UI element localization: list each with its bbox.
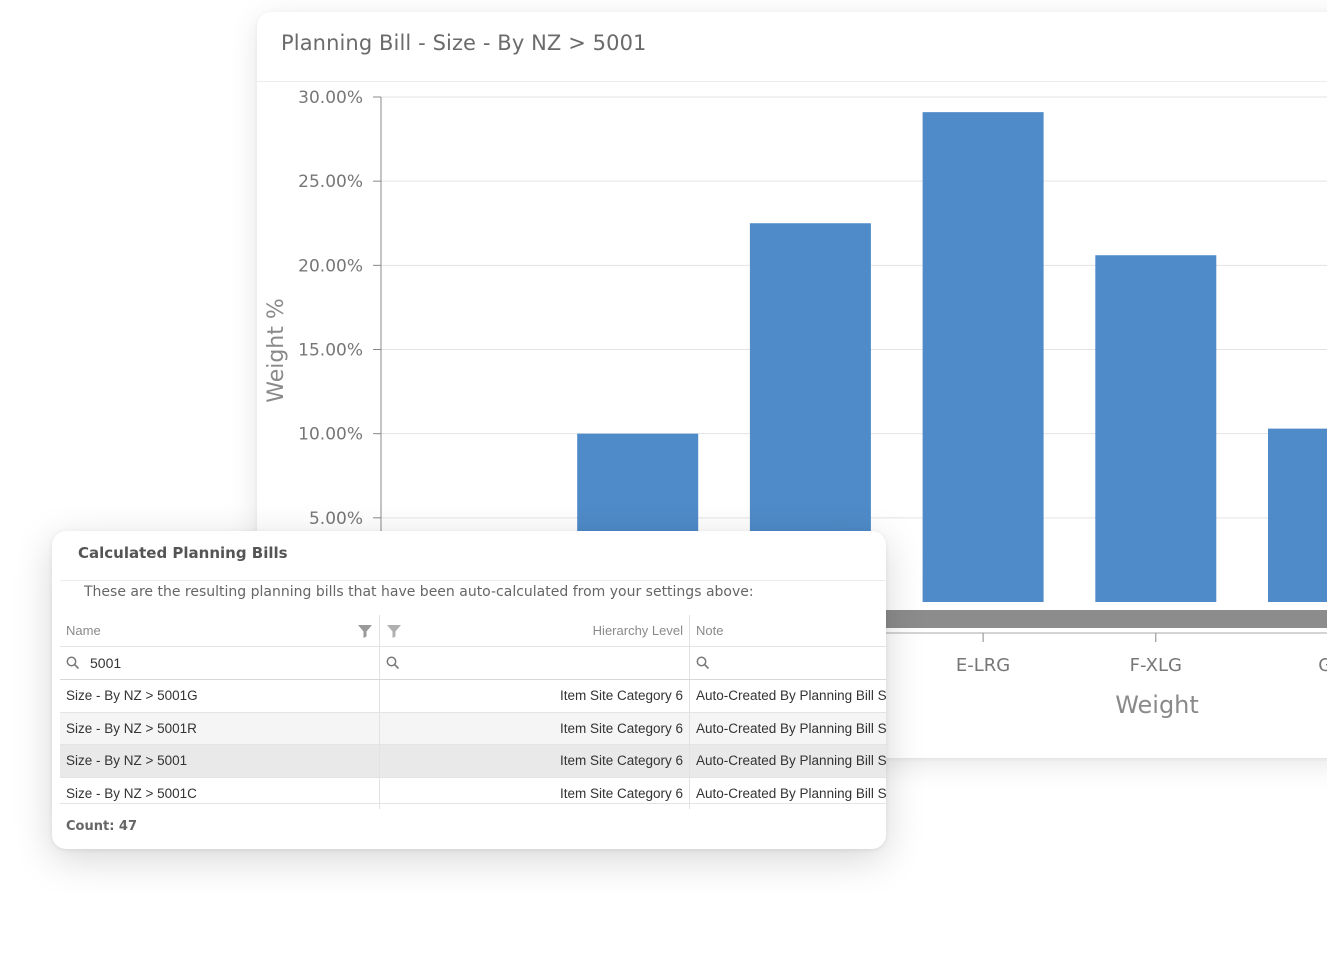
calculated-planning-bills-panel: Calculated Planning Bills These are the … <box>52 531 886 849</box>
y-axis-title: Weight % <box>264 298 289 403</box>
filter-row: 5001 <box>60 647 886 680</box>
name-filter-value: 5001 <box>90 655 122 671</box>
row-count: Count: 47 <box>66 819 138 834</box>
y-tick-label: 20.00% <box>298 256 363 276</box>
cell-hierarchy-level: Item Site Category 6 <box>380 745 690 777</box>
bar <box>1268 428 1327 602</box>
cell-hierarchy-level: Item Site Category 6 <box>380 777 690 810</box>
search-icon <box>386 656 400 670</box>
y-tick-label: 15.00% <box>298 341 363 361</box>
grid-title: Calculated Planning Bills <box>78 544 288 562</box>
column-header-name[interactable]: Name <box>60 615 380 646</box>
y-tick-label: 5.00% <box>309 509 363 529</box>
cell-name: Size - By NZ > 5001G <box>60 680 380 712</box>
level-filter-input[interactable] <box>380 647 690 679</box>
x-tick-label: E-LRG <box>956 655 1010 676</box>
column-header-hierarchy-level[interactable]: Hierarchy Level <box>380 615 690 646</box>
table-row-selected[interactable]: Size - By NZ > 5001 Item Site Category 6… <box>60 745 886 778</box>
table-row[interactable]: Size - By NZ > 5001G Item Site Category … <box>60 680 886 713</box>
cell-name: Size - By NZ > 5001 <box>60 745 380 777</box>
filter-icon[interactable] <box>386 623 402 639</box>
search-icon <box>66 656 80 670</box>
note-filter-input[interactable] <box>690 647 886 679</box>
cell-note: Auto-Created By Planning Bill S <box>696 720 886 736</box>
table-header-row: Name Hierarchy Level Note <box>60 615 886 647</box>
x-tick-label: G- <box>1318 655 1327 676</box>
planning-bills-table: Name Hierarchy Level Note 5001 Size - By… <box>60 615 886 810</box>
filter-icon[interactable] <box>357 623 373 639</box>
search-icon <box>696 656 710 670</box>
cell-note: Auto-Created By Planning Bill S <box>696 786 886 802</box>
cell-name: Size - By NZ > 5001R <box>60 712 380 745</box>
table-row[interactable]: Size - By NZ > 5001R Item Site Category … <box>60 712 886 746</box>
bar <box>1095 255 1217 602</box>
cell-hierarchy-level: Item Site Category 6 <box>380 680 690 712</box>
grid-description: These are the resulting planning bills t… <box>84 584 754 600</box>
column-header-level-label: Hierarchy Level <box>592 623 683 638</box>
x-axis-title: Weight <box>1115 691 1199 719</box>
name-filter-input[interactable]: 5001 <box>60 647 380 679</box>
column-header-name-label: Name <box>66 623 101 638</box>
column-header-note-label: Note <box>696 623 724 638</box>
cell-name: Size - By NZ > 5001C <box>60 777 380 810</box>
x-tick-label: F-XLG <box>1130 655 1182 676</box>
column-header-note[interactable]: Note <box>690 615 886 646</box>
bar <box>922 112 1044 603</box>
y-tick-label: 10.00% <box>298 425 363 445</box>
cell-hierarchy-level: Item Site Category 6 <box>380 712 690 745</box>
table-row[interactable]: Size - By NZ > 5001C Item Site Category … <box>60 777 886 810</box>
y-tick-label: 25.00% <box>298 172 363 192</box>
cell-note: Auto-Created By Planning Bill S <box>696 688 886 704</box>
cell-note: Auto-Created By Planning Bill S <box>696 753 886 769</box>
y-tick-label: 30.00% <box>298 88 363 108</box>
grid-footer-divider <box>60 803 886 804</box>
grid-title-divider <box>60 580 886 581</box>
